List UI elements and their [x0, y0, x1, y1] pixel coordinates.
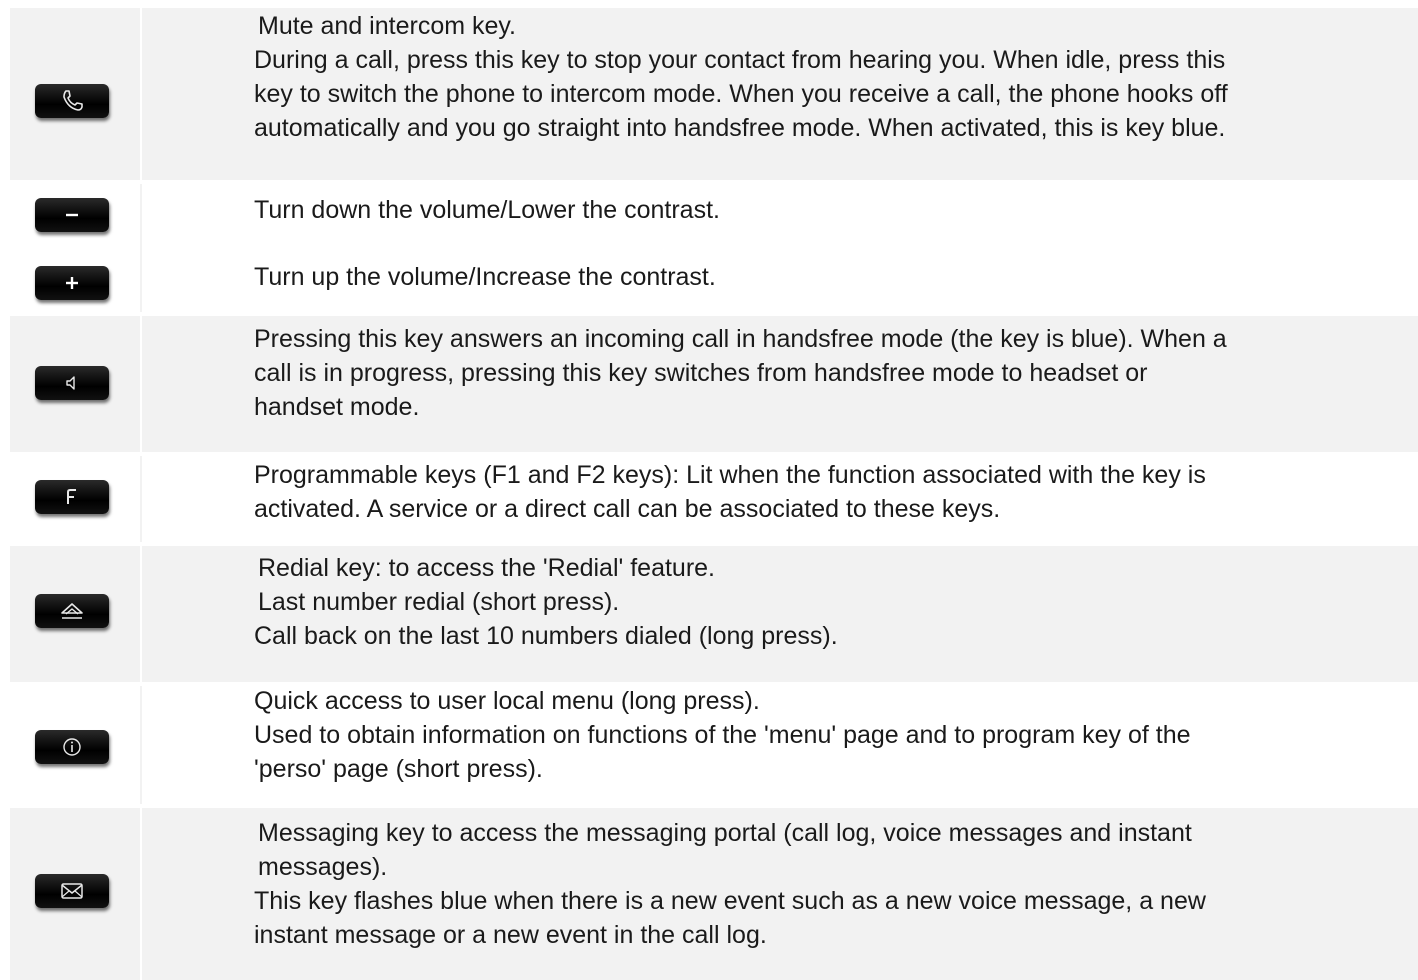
desc-line: activated. A service or a direct call ca… [254, 495, 1001, 523]
row-programmable: Programmable keys (F1 and F2 keys): Lit … [10, 456, 1418, 542]
info-key [35, 730, 109, 764]
desc-line: automatically and you go straight into h… [254, 114, 1226, 142]
desc-line: Pressing this key answers an incoming ca… [254, 325, 1227, 353]
description-cell: Redial key: to access the 'Redial' featu… [142, 546, 1418, 682]
f-letter-icon [61, 486, 83, 508]
redial-description: Redial key: to access the 'Redial' featu… [254, 551, 838, 653]
icon-cell [10, 184, 142, 312]
description-cell: Quick access to user local menu (long pr… [142, 686, 1418, 804]
icon-cell [10, 316, 142, 452]
speaker-icon [62, 373, 82, 393]
desc-line: Call back on the last 10 numbers dialed … [254, 622, 838, 650]
handset-icon [59, 88, 85, 114]
handsfree-key [35, 366, 109, 400]
desc-line: handset mode. [254, 393, 420, 421]
icon-cell [10, 546, 142, 682]
messaging-key [35, 874, 109, 908]
description-cell: Turn down the volume/Lower the contrast.… [142, 184, 1418, 312]
desc-line: messages). [258, 853, 388, 881]
desc-line: instant message or a new event in the ca… [254, 921, 767, 949]
desc-line: This key flashes blue when there is a ne… [254, 887, 1206, 915]
redial-key [35, 594, 109, 628]
row-info: Quick access to user local menu (long pr… [10, 686, 1418, 804]
icon-cell [10, 686, 142, 804]
volume-down-key [35, 198, 109, 232]
description-cell: Mute and intercom key. During a call, pr… [142, 8, 1418, 180]
desc-line: Programmable keys (F1 and F2 keys): Lit … [254, 461, 1206, 489]
info-icon [61, 736, 83, 758]
row-redial: Redial key: to access the 'Redial' featu… [10, 546, 1418, 682]
handsfree-description: Pressing this key answers an incoming ca… [254, 322, 1227, 424]
info-description: Quick access to user local menu (long pr… [254, 684, 1191, 786]
mute-intercom-description: Mute and intercom key. During a call, pr… [254, 9, 1228, 145]
icon-cell [10, 8, 142, 180]
desc-line: Quick access to user local menu (long pr… [254, 687, 760, 715]
icon-cell [10, 456, 142, 542]
programmable-description: Programmable keys (F1 and F2 keys): Lit … [254, 458, 1206, 526]
desc-line: 'perso' page (short press). [254, 755, 543, 783]
mute-intercom-key [35, 84, 109, 118]
desc-line: Last number redial (short press). [258, 588, 620, 616]
desc-line: Used to obtain information on functions … [254, 721, 1191, 749]
desc-line: call is in progress, pressing this key s… [254, 359, 1148, 387]
volume-up-key [35, 266, 109, 300]
desc-line: key to switch the phone to intercom mode… [254, 80, 1228, 108]
description-cell: Pressing this key answers an incoming ca… [142, 316, 1418, 452]
desc-line: Redial key: to access the 'Redial' featu… [258, 554, 716, 582]
desc-line: Messaging key to access the messaging po… [258, 819, 1192, 847]
row-volume: Turn down the volume/Lower the contrast.… [10, 184, 1418, 312]
programmable-key [35, 480, 109, 514]
messaging-description: Messaging key to access the messaging po… [254, 816, 1206, 952]
volume-up-description: Turn up the volume/Increase the contrast… [254, 260, 716, 294]
envelope-icon [59, 881, 85, 901]
row-messaging: Messaging key to access the messaging po… [10, 808, 1418, 980]
desc-line: Turn down the volume/Lower the contrast. [254, 196, 720, 224]
icon-cell [10, 808, 142, 980]
volume-down-description: Turn down the volume/Lower the contrast. [254, 193, 720, 227]
row-handsfree: Pressing this key answers an incoming ca… [10, 316, 1418, 452]
desc-line: Mute and intercom key. [258, 12, 516, 40]
desc-line: During a call, press this key to stop yo… [254, 46, 1226, 74]
minus-icon [62, 205, 82, 225]
row-mute-intercom: Mute and intercom key. During a call, pr… [10, 8, 1418, 180]
desc-line: Turn up the volume/Increase the contrast… [254, 263, 716, 291]
plus-icon [62, 273, 82, 293]
redial-arrow-icon [59, 600, 85, 622]
description-cell: Messaging key to access the messaging po… [142, 808, 1418, 980]
description-cell: Programmable keys (F1 and F2 keys): Lit … [142, 456, 1418, 542]
